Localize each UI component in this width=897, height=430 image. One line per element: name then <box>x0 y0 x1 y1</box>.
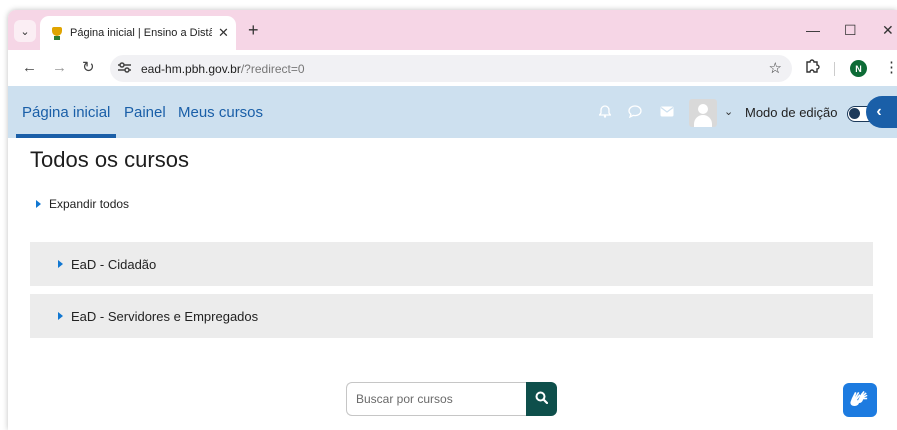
course-search <box>346 382 557 416</box>
caret-right-icon <box>58 260 63 268</box>
star-icon[interactable]: ☆ <box>769 59 782 77</box>
user-silhouette-icon <box>698 104 708 114</box>
main-content: Todos os cursos Expandir todos EaD - Cid… <box>8 138 897 430</box>
category-label[interactable]: EaD - Cidadão <box>71 257 156 272</box>
course-category-item[interactable]: EaD - Cidadão <box>30 242 873 286</box>
tab-search-button[interactable]: ⌄ <box>14 20 36 42</box>
arrow-left-icon: ← <box>22 59 37 76</box>
search-button[interactable] <box>526 382 557 416</box>
vlibras-hands-icon <box>849 389 871 412</box>
site-navbar: Página inicial Painel Meus cursos ⌄ Modo… <box>8 86 897 138</box>
user-avatar[interactable] <box>689 99 717 127</box>
arrow-right-icon: → <box>52 59 67 76</box>
back-button[interactable]: ← <box>22 58 37 78</box>
course-category-item[interactable]: EaD - Servidores e Empregados <box>30 294 873 338</box>
caret-right-icon <box>36 200 41 208</box>
nav-link-dashboard[interactable]: Painel <box>124 104 166 121</box>
browser-tab-active[interactable]: Página inicial | Ensino a Distânc ✕ <box>40 16 236 50</box>
expand-all-label: Expandir todos <box>49 197 130 211</box>
close-icon[interactable]: ✕ <box>218 25 229 41</box>
url-path: /?redirect=0 <box>240 61 305 76</box>
reload-icon: ↻ <box>82 59 95 76</box>
caret-right-icon <box>58 312 63 320</box>
chat-icon[interactable] <box>628 105 642 121</box>
browser-toolbar: ← → ↻ ead-hm.pbh.gov.br /?redirect=0 ☆ N… <box>8 50 897 86</box>
url-host: ead-hm.pbh.gov.br <box>141 61 241 76</box>
chevron-left-icon: ‹ <box>876 103 882 120</box>
chevron-down-icon[interactable]: ⌄ <box>724 105 733 118</box>
toolbar-divider <box>834 62 835 76</box>
nav-link-home[interactable]: Página inicial <box>22 104 110 121</box>
tab-strip: ⌄ Página inicial | Ensino a Distânc ✕ + … <box>8 10 897 50</box>
browser-window: ⌄ Página inicial | Ensino a Distânc ✕ + … <box>8 10 897 430</box>
drawer-toggle-button[interactable]: ‹ <box>866 96 897 128</box>
tune-icon[interactable] <box>118 61 131 76</box>
address-bar[interactable]: ead-hm.pbh.gov.br /?redirect=0 ☆ <box>110 55 792 82</box>
close-window-button[interactable]: ✕ <box>882 20 894 40</box>
envelope-icon[interactable] <box>660 105 674 120</box>
nav-link-my-courses[interactable]: Meus cursos <box>178 104 263 121</box>
expand-all-link[interactable]: Expandir todos <box>36 197 129 211</box>
chevron-down-icon: ⌄ <box>20 25 30 38</box>
profile-avatar[interactable]: N <box>850 60 867 77</box>
new-tab-button[interactable]: + <box>248 20 259 40</box>
vlibras-accessibility-button[interactable] <box>843 383 877 417</box>
tab-title: Página inicial | Ensino a Distânc <box>70 27 212 39</box>
search-input[interactable] <box>346 382 526 416</box>
puzzle-icon[interactable] <box>805 58 820 77</box>
bell-icon[interactable] <box>598 105 612 121</box>
minimize-button[interactable]: — <box>806 20 820 40</box>
category-label[interactable]: EaD - Servidores e Empregados <box>71 309 258 324</box>
forward-button[interactable]: → <box>52 58 67 78</box>
user-silhouette-body <box>694 115 712 127</box>
reload-button[interactable]: ↻ <box>82 58 95 78</box>
trophy-favicon-icon <box>52 26 62 40</box>
search-icon <box>535 391 549 407</box>
edit-mode-label: Modo de edição <box>745 105 838 120</box>
kebab-icon[interactable]: ⋮ <box>884 58 897 78</box>
maximize-button[interactable]: ☐ <box>844 20 857 40</box>
page-title: Todos os cursos <box>30 147 189 172</box>
toggle-knob <box>849 108 860 119</box>
